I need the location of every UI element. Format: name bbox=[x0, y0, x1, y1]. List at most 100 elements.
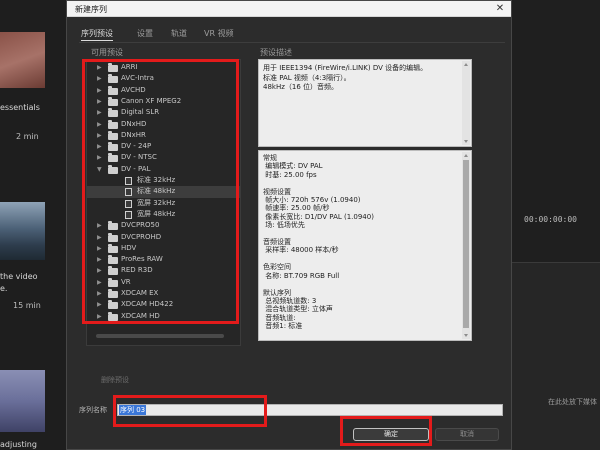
tab-sequence-presets[interactable]: 序列预设 bbox=[81, 28, 113, 41]
preset-folder[interactable]: ▶ DNxHR bbox=[87, 130, 240, 141]
folder-icon bbox=[108, 164, 118, 174]
preset-label: DV - PAL bbox=[121, 164, 151, 173]
chevron-right-icon[interactable]: ▶ bbox=[97, 85, 102, 96]
preset-folder[interactable]: ▶ DVCPRO50 bbox=[87, 220, 240, 231]
scroll-up-icon[interactable] bbox=[464, 63, 468, 66]
folder-icon bbox=[108, 300, 118, 310]
preset-item[interactable]: 宽屏 48kHz bbox=[87, 209, 240, 220]
folder-icon bbox=[108, 108, 118, 118]
dialog-titlebar[interactable]: 新建序列 ✕ bbox=[67, 1, 511, 17]
chevron-right-icon[interactable]: ▶ bbox=[97, 311, 102, 322]
preset-label: AVCHD bbox=[121, 85, 146, 94]
preset-label: Digital SLR bbox=[121, 108, 160, 117]
preset-folder[interactable]: ▶ ProRes RAW bbox=[87, 254, 240, 265]
preset-folder[interactable]: ▶ DV - NTSC bbox=[87, 152, 240, 163]
details-scrollbar[interactable] bbox=[462, 152, 470, 339]
tab-tracks[interactable]: 轨道 bbox=[171, 28, 187, 39]
chevron-right-icon[interactable]: ▶ bbox=[97, 96, 102, 107]
chevron-right-icon[interactable]: ▶ bbox=[97, 152, 102, 163]
chevron-right-icon[interactable]: ▶ bbox=[97, 141, 102, 152]
tutorial-thumbnail[interactable] bbox=[0, 32, 45, 88]
preset-label: DV - NTSC bbox=[121, 153, 157, 162]
chevron-right-icon[interactable]: ▶ bbox=[97, 107, 102, 118]
preset-folder[interactable]: ▶ DV - 24P bbox=[87, 141, 240, 152]
folder-icon bbox=[108, 221, 118, 231]
presets-horizontal-scrollbar[interactable] bbox=[86, 333, 241, 339]
chevron-right-icon[interactable]: ▶ bbox=[97, 277, 102, 288]
chevron-right-icon[interactable]: ▶ bbox=[97, 119, 102, 130]
scroll-up-icon[interactable] bbox=[464, 154, 468, 157]
scrollbar-thumb[interactable] bbox=[463, 160, 469, 328]
preset-folder[interactable]: ▶ AVC-Intra bbox=[87, 73, 240, 84]
chevron-right-icon[interactable]: ▶ bbox=[97, 130, 102, 141]
chevron-down-icon[interactable]: ▼ bbox=[97, 164, 102, 175]
timecode-display: 00:00:00:00 bbox=[524, 215, 577, 224]
chevron-right-icon[interactable]: ▶ bbox=[97, 254, 102, 265]
preset-folder[interactable]: ▼ DV - PAL bbox=[87, 164, 240, 175]
tutorial-title: e. bbox=[0, 284, 8, 293]
preset-folder[interactable]: ▶ XDCAM HD422 bbox=[87, 299, 240, 310]
available-presets-panel: ▶ ARRI ▶ AVC-Intra ▶ AVCHD ▶ Canon XF MPEG2 ▶ Dig… bbox=[86, 59, 241, 346]
preset-label: 宽屏 48kHz bbox=[137, 209, 176, 218]
preset-folder[interactable]: ▶ DNxHD bbox=[87, 119, 240, 130]
preset-folder[interactable]: ▶ AVCHD bbox=[87, 85, 240, 96]
preset-folder[interactable]: ▶ Canon XF MPEG2 bbox=[87, 96, 240, 107]
chevron-right-icon[interactable]: ▶ bbox=[97, 288, 102, 299]
preset-item[interactable]: 宽屏 32kHz bbox=[87, 198, 240, 209]
chevron-right-icon[interactable]: ▶ bbox=[97, 220, 102, 231]
preset-label: VR bbox=[121, 277, 131, 286]
scrollbar-thumb[interactable] bbox=[96, 334, 224, 338]
preset-folder[interactable]: ▶ XDCAM EX bbox=[87, 288, 240, 299]
tutorial-thumbnail[interactable] bbox=[0, 202, 45, 260]
preset-folder[interactable]: ▶ RED R3D bbox=[87, 265, 240, 276]
preset-folder[interactable]: ▶ ARRI bbox=[87, 62, 240, 73]
available-presets-label: 可用预设 bbox=[91, 48, 123, 57]
tutorial-title: adjusting bbox=[0, 440, 37, 449]
folder-icon bbox=[108, 311, 118, 321]
tutorial-title: the video bbox=[0, 272, 38, 281]
folder-icon bbox=[108, 232, 118, 242]
ok-button[interactable]: 确定 bbox=[353, 428, 429, 441]
chevron-right-icon[interactable]: ▶ bbox=[97, 62, 102, 73]
preset-label: DV - 24P bbox=[121, 142, 152, 151]
preset-file-icon bbox=[125, 188, 132, 197]
scroll-down-icon[interactable] bbox=[464, 140, 468, 143]
preset-item[interactable]: 标准 32kHz bbox=[87, 175, 240, 186]
folder-icon bbox=[108, 96, 118, 106]
close-icon[interactable]: ✕ bbox=[493, 2, 507, 15]
folder-icon bbox=[108, 289, 118, 298]
dialog-title: 新建序列 bbox=[75, 5, 107, 14]
sequence-name-input[interactable] bbox=[117, 404, 503, 416]
tab-divider bbox=[79, 42, 505, 43]
preset-folder[interactable]: ▶ HDV bbox=[87, 243, 240, 254]
preset-file-icon bbox=[125, 210, 132, 219]
chevron-right-icon[interactable]: ▶ bbox=[97, 243, 102, 254]
preset-item[interactable]: 标准 48kHz bbox=[87, 186, 240, 198]
description-scrollbar[interactable] bbox=[462, 61, 470, 145]
preset-folder[interactable]: ▶ VR bbox=[87, 277, 240, 288]
preset-folder[interactable]: ▶ XDCAM HD bbox=[87, 311, 240, 322]
chevron-right-icon[interactable]: ▶ bbox=[97, 232, 102, 243]
preset-folder[interactable]: ▶ DVCPROHD bbox=[87, 232, 240, 243]
preset-description-box: 用于 IEEE1394 (FireWire/i.LINK) DV 设备的编辑。 … bbox=[258, 59, 472, 147]
folder-icon bbox=[108, 74, 118, 84]
folder-icon bbox=[108, 85, 118, 95]
delete-preset-button[interactable]: 删除预设 bbox=[87, 375, 143, 386]
cancel-button[interactable]: 取消 bbox=[435, 428, 499, 441]
tab-vr-video[interactable]: VR 视频 bbox=[204, 28, 234, 39]
preset-folder[interactable]: ▶ Digital SLR bbox=[87, 107, 240, 118]
tutorial-thumbnail[interactable] bbox=[0, 370, 45, 432]
new-sequence-dialog: 新建序列 ✕ 序列预设 设置 轨道 VR 视频 可用预设 预设描述 ▶ ARRI ▶… bbox=[66, 0, 512, 450]
preset-file-icon bbox=[125, 177, 132, 185]
chevron-right-icon[interactable]: ▶ bbox=[97, 73, 102, 84]
preset-label: RED R3D bbox=[121, 266, 153, 275]
preset-label: ARRI bbox=[121, 63, 138, 71]
drop-media-hint: 在此处放下媒体 bbox=[548, 398, 597, 406]
chevron-right-icon[interactable]: ▶ bbox=[97, 265, 102, 276]
preset-label: XDCAM HD422 bbox=[121, 300, 174, 309]
preset-file-icon bbox=[125, 199, 132, 208]
tab-settings[interactable]: 设置 bbox=[137, 28, 153, 39]
chevron-right-icon[interactable]: ▶ bbox=[97, 299, 102, 310]
preset-label: HDV bbox=[121, 243, 137, 252]
scroll-down-icon[interactable] bbox=[464, 334, 468, 337]
